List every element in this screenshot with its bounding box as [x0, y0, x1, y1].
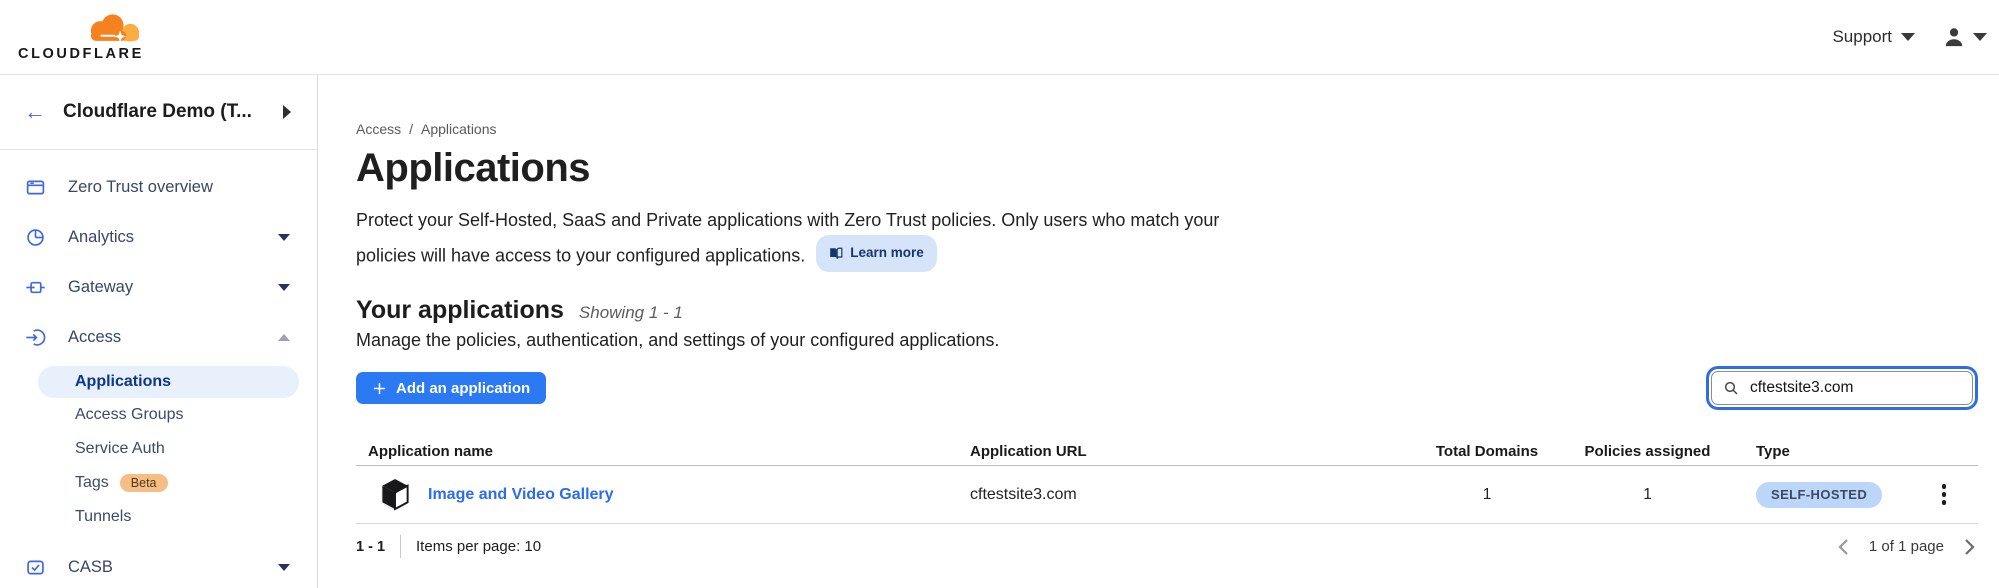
account-name: Cloudflare Demo (T... — [63, 101, 283, 123]
breadcrumb-access[interactable]: Access — [356, 121, 401, 137]
header-application-name: Application name — [356, 443, 970, 460]
learn-more-badge[interactable]: Learn more — [816, 235, 937, 272]
breadcrumb-applications[interactable]: Applications — [421, 121, 497, 137]
access-login-icon — [25, 327, 46, 348]
chevron-left-icon — [1837, 538, 1850, 556]
breadcrumb-separator: / — [409, 121, 413, 137]
section-title: Your applications — [356, 296, 564, 325]
brand-wordmark: CLOUDFLARE — [18, 46, 152, 62]
header-application-url: Application URL — [970, 443, 1432, 460]
learn-more-label: Learn more — [850, 238, 924, 268]
sidebar-item-label: Analytics — [68, 228, 134, 247]
row-actions-kebab-icon[interactable] — [1936, 478, 1953, 511]
application-cube-icon — [380, 478, 410, 511]
header-type: Type — [1756, 443, 1910, 460]
plus-icon — [372, 381, 387, 396]
sidebar-item-tunnels[interactable]: Tunnels — [0, 500, 317, 534]
sidebar-item-analytics[interactable]: Analytics — [0, 212, 317, 262]
header-total-domains: Total Domains — [1432, 443, 1542, 460]
page-description-text: Protect your Self-Hosted, SaaS and Priva… — [356, 210, 1219, 266]
add-application-label: Add an application — [396, 380, 530, 397]
page-title: Applications — [356, 146, 1978, 191]
chevron-up-icon — [278, 334, 290, 341]
user-icon — [1943, 26, 1965, 48]
chevron-down-icon — [1973, 33, 1987, 41]
sidebar-item-label: Access Groups — [75, 406, 183, 424]
analytics-pie-icon — [25, 227, 46, 248]
application-link[interactable]: Image and Video Gallery — [428, 486, 614, 504]
sidebar-item-tags[interactable]: Tags Beta — [0, 466, 317, 500]
chevron-down-icon — [278, 284, 290, 291]
showing-count: Showing 1 - 1 — [579, 303, 683, 323]
pagination-range: 1 - 1 — [356, 539, 385, 555]
breadcrumb: Access / Applications — [356, 121, 1978, 137]
search-box — [1711, 371, 1973, 405]
casb-check-icon — [25, 557, 46, 578]
table-row: Image and Video Gallery cftestsite3.com … — [356, 466, 1978, 524]
main-content: Access / Applications Applications Prote… — [318, 75, 1999, 588]
chevron-right-icon — [1963, 538, 1976, 556]
user-menu[interactable] — [1943, 26, 1987, 48]
top-bar: CLOUDFLARE Support — [0, 0, 1999, 75]
search-icon — [1723, 380, 1739, 396]
application-url-value: cftestsite3.com — [970, 486, 1432, 504]
chevron-right-icon[interactable] — [283, 105, 291, 119]
account-selector[interactable]: ← Cloudflare Demo (T... — [0, 75, 317, 150]
page-status: 1 of 1 page — [1869, 538, 1944, 555]
sidebar-item-label: Tags — [75, 474, 109, 492]
items-per-page: Items per page: 10 — [416, 538, 541, 555]
sidebar-item-label: Access — [68, 328, 121, 347]
sidebar-item-casb[interactable]: CASB — [0, 542, 317, 588]
chevron-down-icon — [1901, 33, 1915, 41]
cloudflare-logo: CLOUDFLARE — [18, 12, 152, 62]
table-header-row: Application name Application URL Total D… — [356, 437, 1978, 466]
sidebar-item-label: Tunnels — [75, 508, 131, 526]
cloudflare-cloud-icon — [80, 12, 148, 48]
chevron-down-icon — [278, 234, 290, 241]
sidebar-item-label: Applications — [75, 373, 171, 391]
gateway-icon — [25, 277, 46, 298]
support-menu[interactable]: Support — [1832, 27, 1915, 47]
sidebar-item-label: CASB — [68, 558, 113, 577]
applications-table: Application name Application URL Total D… — [356, 437, 1978, 524]
sidebar: ← Cloudflare Demo (T... Zero Trust overv… — [0, 75, 318, 588]
next-page-button[interactable] — [1961, 536, 1978, 558]
beta-badge: Beta — [120, 474, 168, 492]
total-domains-value: 1 — [1432, 486, 1542, 504]
chevron-down-icon — [278, 564, 290, 571]
sidebar-item-label: Service Auth — [75, 440, 165, 458]
sidebar-item-service-auth[interactable]: Service Auth — [0, 432, 317, 466]
sidebar-item-label: Gateway — [68, 278, 133, 297]
sidebar-item-zero-trust-overview[interactable]: Zero Trust overview — [0, 162, 317, 212]
back-arrow-icon[interactable]: ← — [24, 101, 46, 123]
pagination: 1 - 1 Items per page: 10 1 of 1 page — [356, 535, 1978, 558]
section-subtitle: Manage the policies, authentication, and… — [356, 330, 1978, 351]
policies-assigned-value: 1 — [1580, 486, 1715, 504]
previous-page-button[interactable] — [1835, 536, 1852, 558]
sidebar-item-access[interactable]: Access — [0, 312, 317, 362]
divider — [400, 535, 401, 558]
search-input[interactable] — [1711, 371, 1973, 405]
overview-window-icon — [25, 177, 46, 198]
sidebar-item-label: Zero Trust overview — [68, 178, 213, 197]
support-label: Support — [1832, 27, 1892, 47]
sidebar-item-applications[interactable]: Applications — [38, 366, 299, 398]
sidebar-item-gateway[interactable]: Gateway — [0, 262, 317, 312]
book-icon — [829, 247, 843, 260]
add-application-button[interactable]: Add an application — [356, 372, 546, 404]
type-badge: SELF-HOSTED — [1756, 482, 1882, 508]
header-policies-assigned: Policies assigned — [1580, 443, 1715, 460]
page-description: Protect your Self-Hosted, SaaS and Priva… — [356, 205, 1236, 272]
sidebar-item-access-groups[interactable]: Access Groups — [0, 398, 317, 432]
